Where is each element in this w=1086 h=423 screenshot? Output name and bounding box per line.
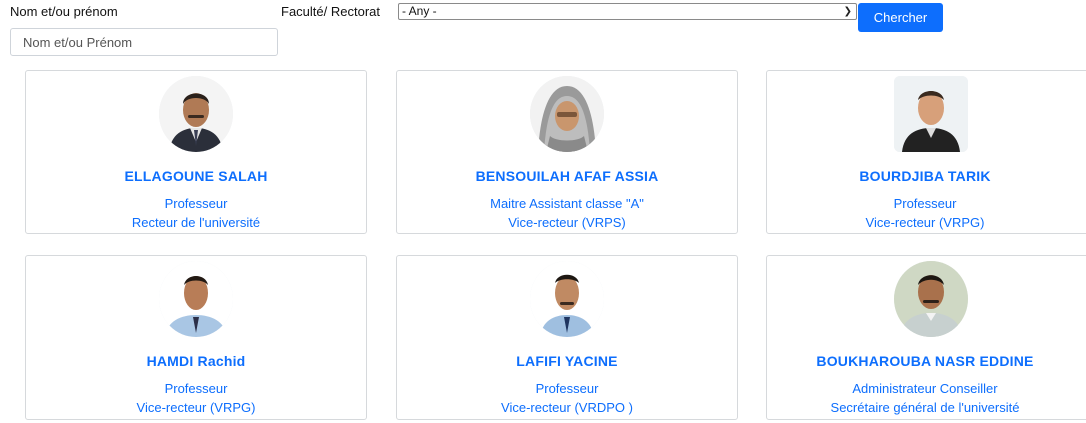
person-role: Vice-recteur (VRPS) <box>508 215 626 230</box>
person-role: Vice-recteur (VRPG) <box>136 400 256 415</box>
person-role: Secrétaire général de l'université <box>830 400 1020 415</box>
chevron-down-icon: ❯ <box>843 6 852 17</box>
portrait-photo[interactable] <box>894 76 968 152</box>
name-search-input[interactable] <box>10 28 278 56</box>
person-rank: Professeur <box>164 196 228 211</box>
person-rank: Professeur <box>535 381 599 396</box>
person-role: Recteur de l'université <box>131 215 261 230</box>
person-name[interactable]: LAFIFI YACINE <box>397 353 737 369</box>
portrait-photo[interactable] <box>530 76 604 152</box>
person-card[interactable]: BOURDJIBA TARIK Professeur Vice-recteur … <box>766 70 1086 234</box>
person-role: Vice-recteur (VRDPO ) <box>501 400 633 415</box>
faculty-select-value: - Any - <box>402 4 437 18</box>
person-name[interactable]: HAMDI Rachid <box>26 353 366 369</box>
person-role: Vice-recteur (VRPG) <box>865 215 985 230</box>
faculty-select[interactable]: - Any - ❯ <box>398 3 857 20</box>
person-rank: Professeur <box>164 381 228 396</box>
name-filter-label: Nom et/ou prénom <box>10 4 118 19</box>
portrait-photo[interactable] <box>894 261 968 337</box>
portrait-photo[interactable] <box>159 76 233 152</box>
person-card[interactable]: BENSOUILAH AFAF ASSIA Maitre Assistant c… <box>396 70 738 234</box>
portrait-photo[interactable] <box>530 261 604 337</box>
person-card[interactable]: LAFIFI YACINE Professeur Vice-recteur (V… <box>396 255 738 420</box>
person-name[interactable]: BOUKHAROUBA NASR EDDINE <box>767 353 1083 369</box>
person-name[interactable]: BENSOUILAH AFAF ASSIA <box>397 168 737 184</box>
person-name[interactable]: BOURDJIBA TARIK <box>767 168 1083 184</box>
person-rank: Administrateur Conseiller <box>852 381 998 396</box>
portrait-photo[interactable] <box>159 261 233 337</box>
person-card[interactable]: HAMDI Rachid Professeur Vice-recteur (VR… <box>25 255 367 420</box>
person-card[interactable]: ELLAGOUNE SALAH Professeur Recteur de l'… <box>25 70 367 234</box>
staff-directory-page: Nom et/ou prénom Faculté/ Rectorat - Any… <box>0 0 1086 423</box>
person-rank: Professeur <box>893 196 957 211</box>
person-name[interactable]: ELLAGOUNE SALAH <box>26 168 366 184</box>
person-rank: Maitre Assistant classe "A" <box>490 196 644 211</box>
person-card[interactable]: BOUKHAROUBA NASR EDDINE Administrateur C… <box>766 255 1086 420</box>
faculty-filter-label: Faculté/ Rectorat <box>281 4 380 19</box>
search-button[interactable]: Chercher <box>858 3 943 32</box>
